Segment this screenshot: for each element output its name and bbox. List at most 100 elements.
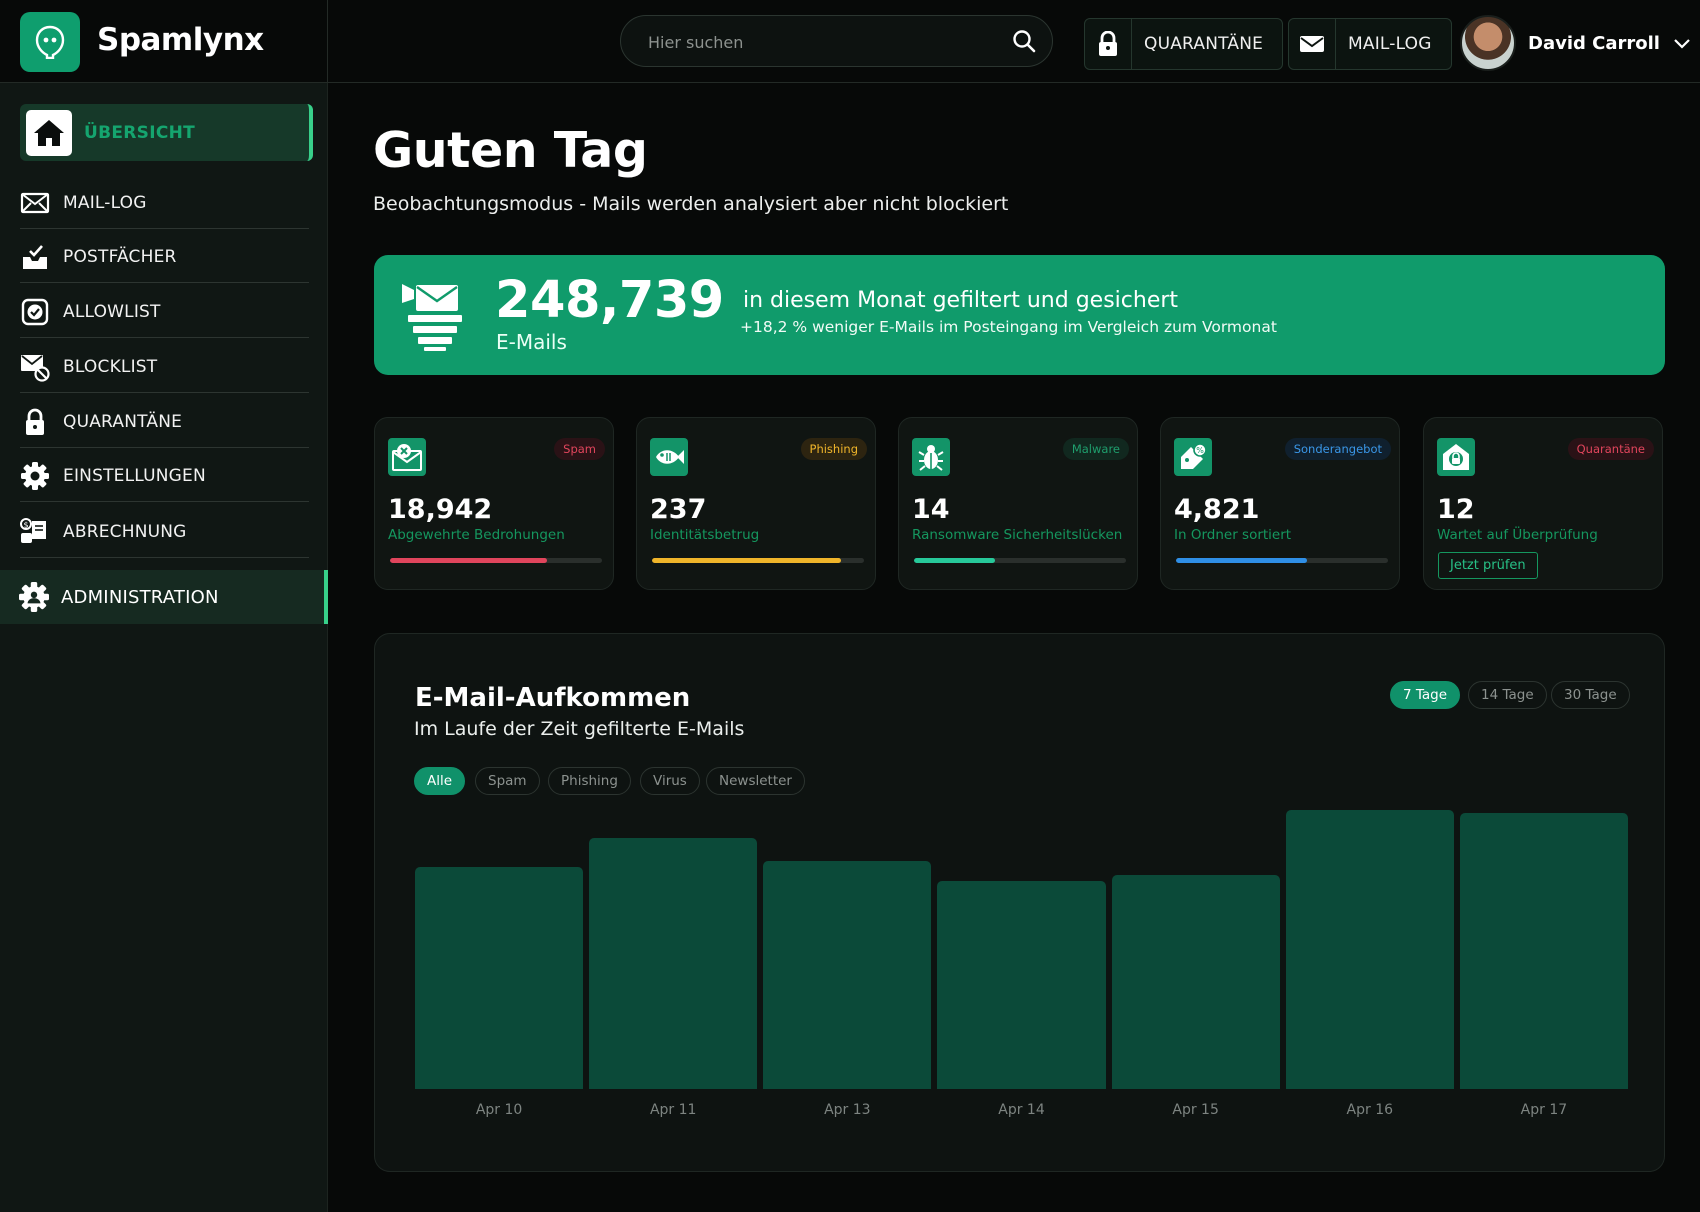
home-icon	[26, 109, 72, 156]
top-bar: Spamlynx QUARANTÄNE MAIL-LOG David Carro…	[0, 0, 1700, 83]
check-square-icon	[20, 297, 50, 327]
lock-icon	[1085, 19, 1132, 69]
range-30-days-button[interactable]: 30 Tage	[1551, 681, 1630, 709]
admin-gear-icon	[19, 582, 49, 612]
sidebar-item-label: QUARANTÄNE	[63, 411, 183, 432]
stat-card-phishing[interactable]: Phishing 237 Identitätsbetrug	[636, 417, 876, 590]
sidebar-item-billing[interactable]: $ ABRECHNUNG	[20, 506, 309, 558]
sidebar-item-label: ABRECHNUNG	[63, 521, 187, 542]
sidebar-item-allowlist[interactable]: ALLOWLIST	[20, 286, 309, 338]
status-badge: Sonderangebot	[1284, 438, 1391, 460]
fish-icon	[650, 438, 688, 476]
status-badge: Malware	[1062, 438, 1129, 460]
billing-icon: $	[20, 517, 50, 547]
filtered-unit: E-Mails	[496, 330, 567, 354]
stat-card-offers[interactable]: % Sonderangebot 4,821 In Ordner sortiert	[1160, 417, 1400, 590]
gear-icon	[20, 461, 50, 491]
chart-bar[interactable]	[937, 880, 1106, 1089]
status-badge: Spam	[554, 438, 605, 460]
sidebar-item-mailboxes[interactable]: POSTFÄCHER	[20, 231, 309, 283]
chart-bar[interactable]	[415, 866, 584, 1089]
lock-icon	[20, 407, 50, 437]
sidebar-item-blocklist[interactable]: BLOCKLIST	[20, 341, 309, 393]
stat-label: Ransomware Sicherheitslücken	[912, 527, 1123, 543]
range-7-days-button[interactable]: 7 Tage	[1390, 681, 1461, 709]
x-tick-label: Apr 14	[998, 1102, 1045, 1118]
stat-value: 4,821	[1174, 494, 1260, 525]
x-tick-label: Apr 16	[1346, 1102, 1394, 1118]
blocked-mail-icon	[20, 352, 50, 382]
brand-name: Spamlynx	[97, 22, 264, 58]
stat-label: In Ordner sortiert	[1174, 527, 1292, 543]
mail-log-button[interactable]: MAIL-LOG	[1288, 18, 1452, 70]
range-14-days-button[interactable]: 14 Tage	[1468, 681, 1547, 709]
spam-mail-icon	[388, 438, 426, 476]
x-tick-label: Apr 10	[475, 1102, 523, 1118]
filter-all-chip[interactable]: Alle	[414, 767, 466, 795]
inbox-icon	[20, 242, 50, 272]
stat-card-spam[interactable]: Spam 18,942 Abgewehrte Bedrohungen	[374, 417, 614, 590]
envelope-icon	[1289, 19, 1336, 69]
progress-fill	[390, 558, 547, 563]
stat-value: 12	[1437, 494, 1475, 525]
summary-banner: 248,739 E-Mails in diesem Monat gefilter…	[374, 255, 1665, 375]
quarantine-button-label: QUARANTÄNE	[1144, 34, 1264, 54]
sidebar-item-label: ALLOWLIST	[63, 301, 161, 322]
review-now-button[interactable]: Jetzt prüfen	[1438, 552, 1538, 579]
progress-bar	[914, 558, 1126, 563]
search-icon[interactable]	[1012, 29, 1036, 57]
progress-bar	[652, 558, 864, 563]
search-input[interactable]	[648, 28, 998, 56]
page-subtitle: Beobachtungsmodus - Mails werden analysi…	[373, 193, 1009, 215]
mail-log-icon	[20, 188, 50, 218]
sidebar-item-label: EINSTELLUNGEN	[63, 465, 206, 486]
x-tick-label: Apr 15	[1172, 1102, 1219, 1118]
spamlynx-logo-icon[interactable]	[20, 12, 80, 72]
x-tick-label: Apr 13	[824, 1102, 871, 1118]
chart-bar[interactable]	[763, 861, 932, 1089]
stat-card-quarantine[interactable]: Quarantäne 12 Wartet auf Überprüfung Jet…	[1423, 417, 1663, 590]
quarantine-button[interactable]: QUARANTÄNE	[1084, 18, 1284, 70]
chart-bar[interactable]	[589, 838, 758, 1089]
filter-spam-chip[interactable]: Spam	[475, 767, 540, 795]
mail-log-button-label: MAIL-LOG	[1348, 34, 1432, 54]
summary-headline: in diesem Monat gefiltert und gesichert	[743, 288, 1179, 313]
avatar[interactable]	[1460, 15, 1516, 71]
filter-virus-chip[interactable]: Virus	[640, 767, 700, 795]
sidebar-item-quarantine[interactable]: QUARANTÄNE	[20, 396, 309, 448]
summary-detail: +18,2 % weniger E-Mails im Posteingang i…	[740, 318, 1277, 336]
filter-newsletter-chip[interactable]: Newsletter	[706, 767, 805, 795]
sidebar-item-label: ÜBERSICHT	[84, 122, 196, 143]
x-tick-label: Apr 17	[1520, 1102, 1568, 1118]
user-name: David Carroll	[1528, 32, 1660, 54]
stat-card-malware[interactable]: Malware 14 Ransomware Sicherheitslücken	[898, 417, 1138, 590]
search-bar[interactable]	[620, 15, 1053, 67]
svg-text:$: $	[23, 520, 28, 529]
chart-bar[interactable]	[1459, 812, 1628, 1089]
chart-bar[interactable]	[1285, 809, 1454, 1089]
filter-phishing-chip[interactable]: Phishing	[548, 767, 631, 795]
stat-value: 237	[650, 494, 707, 525]
sidebar-item-overview[interactable]: ÜBERSICHT	[20, 104, 313, 161]
progress-bar	[390, 558, 602, 563]
sidebar-item-mail-log[interactable]: MAIL-LOG	[20, 177, 309, 229]
sidebar-item-label: BLOCKLIST	[63, 356, 158, 377]
svg-text:%: %	[1196, 446, 1204, 455]
quarantine-house-icon	[1437, 438, 1475, 476]
status-badge: Quarantäne	[1567, 438, 1654, 460]
stat-label: Identitätsbetrug	[650, 527, 760, 543]
status-badge: Phishing	[800, 438, 867, 460]
chart-bar[interactable]	[1111, 875, 1280, 1089]
sidebar-item-administration[interactable]: ADMINISTRATION	[0, 570, 328, 624]
mail-funnel-icon	[400, 281, 470, 355]
chevron-down-icon[interactable]	[1674, 34, 1690, 53]
user-menu[interactable]: David Carroll	[1460, 15, 1690, 71]
filtered-count: 248,739	[495, 271, 724, 330]
discount-tag-icon: %	[1174, 438, 1212, 476]
sidebar: ÜBERSICHT MAIL-LOG POSTFÄCHER ALLOWLIST …	[0, 83, 328, 1212]
sidebar-item-label: MAIL-LOG	[63, 192, 147, 213]
email-volume-panel: E-Mail-Aufkommen Im Laufe der Zeit gefil…	[374, 633, 1665, 1172]
bug-icon	[912, 438, 950, 476]
sidebar-item-settings[interactable]: EINSTELLUNGEN	[20, 450, 309, 502]
progress-bar	[1176, 558, 1388, 563]
